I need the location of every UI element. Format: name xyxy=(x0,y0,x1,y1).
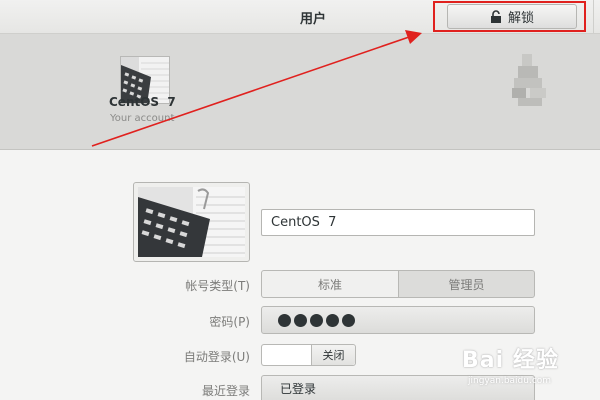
last-login-label: 最近登录 xyxy=(201,384,250,398)
unlock-highlight-box xyxy=(433,1,586,32)
password-dot xyxy=(294,313,307,327)
watermark: Bai 经验 jingyan.baidu.com xyxy=(462,336,600,398)
full-name-field[interactable]: CentOS 7 xyxy=(261,209,535,236)
password-dot xyxy=(326,313,339,327)
header-divider xyxy=(593,0,594,34)
account-type-standard-option[interactable]: 标准 xyxy=(261,270,399,298)
password-dot xyxy=(342,313,355,327)
account-subtitle: Your account xyxy=(110,113,175,124)
other-account-avatar[interactable] xyxy=(510,50,550,110)
account-type-label: 帐号类型(T) xyxy=(185,279,250,293)
account-list: CentOS 7 Your account xyxy=(0,34,600,150)
page-title: 用户 xyxy=(300,12,327,27)
password-button[interactable] xyxy=(261,306,535,334)
auto-login-switch[interactable]: 关闭 xyxy=(261,344,356,366)
watermark-logo-text: Bai 经验 xyxy=(462,348,559,373)
user-photo-button[interactable] xyxy=(133,182,250,262)
calculator-photo-icon xyxy=(138,187,245,257)
password-dot xyxy=(310,313,323,327)
account-type-admin-option[interactable]: 管理员 xyxy=(398,270,535,298)
password-dot xyxy=(278,313,291,327)
watermark-url: jingyan.baidu.com xyxy=(468,376,552,386)
account-name: CentOS 7 xyxy=(109,95,176,109)
auto-login-state: 关闭 xyxy=(312,345,355,365)
auto-login-switch-knob xyxy=(262,345,312,365)
auto-login-label: 自动登录(U) xyxy=(183,350,250,364)
password-label: 密码(P) xyxy=(209,315,250,329)
